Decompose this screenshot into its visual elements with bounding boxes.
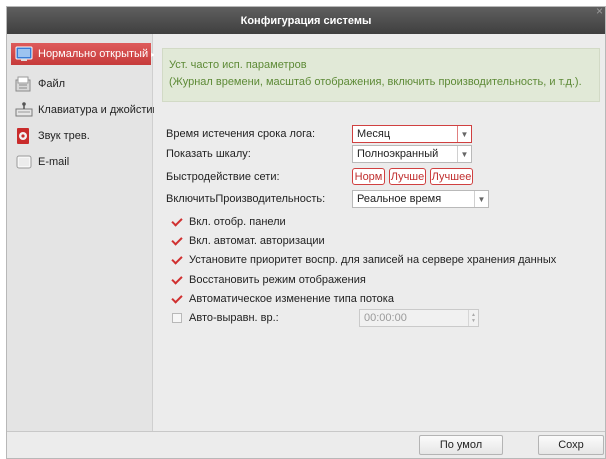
sidebar-item-alarm-sound[interactable]: Звук трев. — [11, 125, 151, 147]
file-icon — [15, 75, 33, 93]
log-expiry-label: Время истечения срока лога: — [166, 128, 316, 140]
checkbox-show-panel[interactable] — [172, 217, 182, 227]
perf-best-button[interactable]: Лучшее — [430, 168, 473, 185]
check-row-restore[interactable]: Восстановить режим отображения — [172, 272, 366, 288]
spinner-icon[interactable]: ▲ ▼ — [468, 310, 478, 326]
general-settings-icon — [15, 45, 33, 63]
chevron-down-icon: ▼ — [474, 191, 488, 207]
check-row-priority[interactable]: Установите приоритет воспр. для записей … — [172, 252, 556, 268]
checkbox-auto-time[interactable] — [172, 313, 182, 323]
sidebar-item-keyboard[interactable]: Клавиатура и джойстик — [11, 99, 157, 121]
save-button[interactable]: Сохр — [538, 435, 604, 455]
checkbox-label: Вкл. автомат. авторизации — [189, 235, 325, 247]
default-button[interactable]: По умол — [419, 435, 503, 455]
display-scale-label: Показать шкалу: — [166, 148, 251, 160]
sidebar-item-label: Файл — [38, 78, 66, 90]
email-icon — [15, 153, 33, 171]
auto-time-input[interactable]: 00:00:00 ▲ ▼ — [359, 309, 479, 327]
info-line-2: (Журнал времени, масштаб отображения, вк… — [169, 76, 582, 88]
log-expiry-value: Месяц — [357, 128, 391, 140]
chevron-down-icon: ▼ — [457, 146, 471, 162]
checkbox-label: Автоматическое изменение типа потока — [189, 293, 394, 305]
check-row-autologin[interactable]: Вкл. автомат. авторизации — [172, 233, 325, 249]
title-bar: Конфигурация системы — [7, 7, 605, 34]
performance-label: ВключитьПроизводительность: — [166, 193, 326, 205]
perf-normal-button[interactable]: Норм — [352, 168, 385, 185]
sidebar-item-general[interactable]: Нормально открытый ▸ — [11, 43, 155, 65]
perf-better-button[interactable]: Лучше — [389, 168, 426, 185]
chevron-down-icon: ▼ — [457, 126, 471, 142]
sidebar-item-label: E-mail — [38, 156, 70, 168]
sidebar-item-email[interactable]: E-mail — [11, 151, 151, 173]
checkbox-label: Восстановить режим отображения — [189, 274, 366, 286]
settings-panel: Уст. часто исп. параметров (Журнал време… — [154, 34, 605, 431]
checkbox-label: Установите приоритет воспр. для записей … — [189, 254, 557, 266]
sidebar-item-label: Клавиатура и джойстик — [38, 104, 158, 116]
sidebar-item-label: Нормально открытый — [38, 48, 149, 60]
network-perf-label: Быстродействие сети: — [166, 171, 280, 183]
display-scale-value: Полноэкранный — [357, 148, 439, 160]
sidebar-item-label: Звук трев. — [38, 130, 90, 142]
check-row-stream[interactable]: Автоматическое изменение типа потока — [172, 291, 394, 307]
bottom-bar: По умол Сохр — [7, 431, 605, 458]
check-row-auto-time[interactable]: Авто-выравн. вр.: — [172, 310, 279, 326]
checkbox-label: Авто-выравн. вр.: — [189, 312, 279, 324]
performance-select[interactable]: Реальное время ▼ — [352, 190, 489, 208]
log-expiry-select[interactable]: Месяц ▼ — [352, 125, 472, 143]
check-row-panel[interactable]: Вкл. отобр. панели — [172, 214, 286, 230]
window-title: Конфигурация системы — [240, 14, 372, 27]
info-line-1: Уст. часто исп. параметров — [169, 59, 307, 71]
checkbox-playback-priority[interactable] — [172, 255, 182, 265]
display-scale-select[interactable]: Полноэкранный ▼ — [352, 145, 472, 163]
alarm-sound-icon — [15, 127, 33, 145]
performance-value: Реальное время — [357, 193, 442, 205]
close-icon[interactable]: × — [596, 4, 603, 18]
sidebar-item-file[interactable]: Файл — [11, 73, 151, 95]
auto-time-value: 00:00:00 — [364, 312, 407, 324]
info-box: Уст. часто исп. параметров (Журнал време… — [162, 48, 600, 102]
sidebar: Нормально открытый ▸ Файл — [7, 34, 157, 431]
checkbox-label: Вкл. отобр. панели — [189, 216, 286, 228]
config-window: Конфигурация системы × Нормально открыты… — [6, 4, 606, 459]
checkbox-auto-login[interactable] — [172, 236, 182, 246]
checkbox-auto-stream[interactable] — [172, 294, 182, 304]
checkbox-restore-view[interactable] — [172, 275, 182, 285]
keyboard-icon — [15, 101, 33, 119]
